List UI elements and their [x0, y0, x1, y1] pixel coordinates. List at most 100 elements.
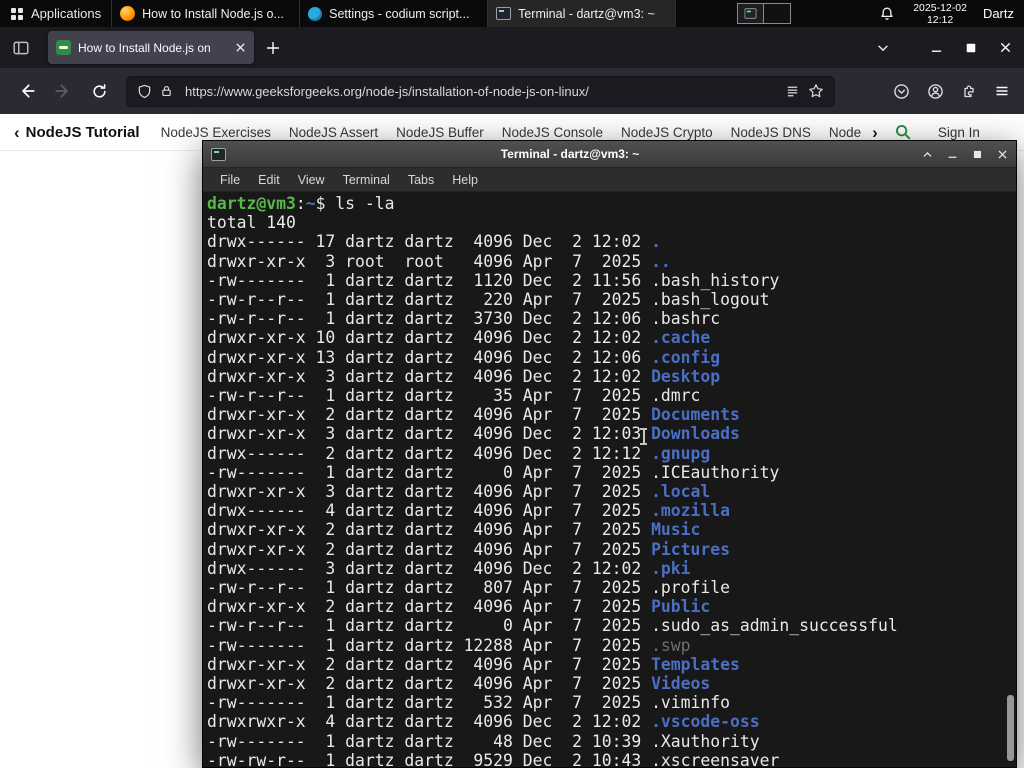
ls-line: drwx------ 4 dartz dartz 4096 Apr 7 2025… — [207, 501, 731, 521]
sign-in-button[interactable]: Sign In — [938, 125, 980, 140]
forward-icon[interactable] — [48, 76, 78, 106]
notification-bell-button[interactable] — [879, 6, 895, 22]
menu-help[interactable]: Help — [443, 173, 487, 187]
account-icon[interactable] — [927, 83, 944, 100]
ls-entry-name: .local — [651, 482, 711, 502]
bookmark-star-icon[interactable] — [808, 83, 824, 99]
applications-icon — [10, 7, 24, 21]
menu-terminal[interactable]: Terminal — [334, 173, 399, 187]
roll-up-icon[interactable] — [922, 149, 933, 160]
site-nav-item[interactable]: Node — [829, 125, 861, 140]
panel-clock[interactable]: 2025-12-02 12:12 — [913, 2, 967, 26]
window-controls — [930, 41, 1012, 54]
workspace-switcher[interactable] — [737, 3, 792, 24]
firefox-icon — [120, 6, 136, 21]
menu-file[interactable]: File — [211, 173, 249, 187]
taskbar-item-codium[interactable]: Settings - codium script... — [300, 0, 489, 27]
command-text: ls -la — [325, 194, 395, 213]
ls-line: -rw------- 1 dartz dartz 12288 Apr 7 202… — [207, 635, 691, 655]
ls-output: drwx------ 17 dartz dartz 4096 Dec 2 12:… — [207, 232, 1016, 767]
url-bar[interactable]: https://www.geeksforgeeks.org/node-js/in… — [126, 75, 835, 107]
ls-entry-name: .Xauthority — [651, 731, 760, 751]
workspace-1[interactable] — [737, 3, 765, 24]
ls-entry-name: .viminfo — [651, 693, 731, 713]
site-nav-item[interactable]: NodeJS Buffer — [396, 125, 484, 140]
nav-scroll-left-icon[interactable]: ‹ — [14, 124, 20, 141]
site-nav-item[interactable]: NodeJS DNS — [731, 125, 811, 140]
terminal-title-bar[interactable]: Terminal - dartz@vm3: ~ — [203, 141, 1016, 168]
menu-tabs[interactable]: Tabs — [399, 173, 443, 187]
terminal-window-controls — [922, 149, 1008, 160]
terminal-scrollbar-thumb[interactable] — [1007, 695, 1014, 761]
lock-icon[interactable] — [160, 84, 173, 98]
ls-line: -rw-r--r-- 1 dartz dartz 35 Apr 7 2025 .… — [207, 386, 701, 406]
site-nav-item[interactable]: NodeJS Console — [502, 125, 603, 140]
ls-line: drwx------ 17 dartz dartz 4096 Dec 2 12:… — [207, 232, 661, 252]
menu-edit[interactable]: Edit — [249, 173, 289, 187]
ls-entry-name: .xscreensaver — [651, 750, 780, 767]
taskbar-item-terminal[interactable]: Terminal - dartz@vm3: ~ — [488, 0, 677, 27]
minimize-icon[interactable] — [947, 149, 958, 160]
clock-date: 2025-12-02 — [913, 1, 967, 14]
ls-entry-name: Desktop — [651, 366, 721, 386]
minimize-icon[interactable] — [930, 41, 943, 54]
list-all-tabs-icon[interactable] — [876, 41, 890, 55]
ls-line: drwxr-xr-x 2 dartz dartz 4096 Apr 7 2025… — [207, 654, 740, 674]
tracking-protection-shield-icon[interactable] — [137, 84, 152, 99]
firefox-tab-bar: How to Install Node.js on — [0, 27, 1024, 68]
ls-entry-name: Templates — [651, 654, 740, 674]
ls-line: drwxr-xr-x 3 dartz dartz 4096 Apr 7 2025… — [207, 482, 711, 502]
browser-tab[interactable]: How to Install Node.js on — [48, 31, 254, 64]
menu-hamburger-icon[interactable] — [994, 83, 1010, 99]
desktop-panel: Applications How to Install Node.js o...… — [0, 0, 1024, 27]
site-nav-item[interactable]: NodeJS Exercises — [161, 125, 271, 140]
maximize-icon[interactable] — [972, 149, 983, 160]
extensions-puzzle-icon[interactable] — [961, 83, 977, 99]
back-icon[interactable] — [12, 76, 42, 106]
taskbar-item-browser[interactable]: How to Install Node.js o... — [112, 0, 301, 27]
ls-line: -rw-r--r-- 1 dartz dartz 3730 Dec 2 12:0… — [207, 309, 721, 329]
geeksforgeeks-favicon — [56, 40, 71, 55]
url-text: https://www.geeksforgeeks.org/node-js/in… — [185, 83, 589, 99]
ls-entry-name: .swp — [651, 635, 691, 655]
reader-mode-icon[interactable] — [785, 84, 800, 99]
ls-line: drwxr-xr-x 2 dartz dartz 4096 Apr 7 2025… — [207, 520, 701, 540]
ls-line: drwxr-xr-x 10 dartz dartz 4096 Dec 2 12:… — [207, 328, 711, 348]
ls-line: -rw------- 1 dartz dartz 48 Dec 2 10:39 … — [207, 731, 760, 751]
ls-line: -rw-r--r-- 1 dartz dartz 220 Apr 7 2025 … — [207, 290, 770, 310]
ls-entry-name: Documents — [651, 405, 740, 425]
menu-view[interactable]: View — [289, 173, 334, 187]
site-nav-item[interactable]: NodeJS Assert — [289, 125, 378, 140]
site-search-icon[interactable] — [894, 123, 912, 141]
nav-scroll-right-icon[interactable]: › — [872, 124, 878, 141]
ls-entry-name: .bashrc — [651, 309, 721, 329]
ls-entry-name: .profile — [651, 578, 731, 598]
session-user-label[interactable]: Dartz — [983, 6, 1014, 21]
ls-line: drwxr-xr-x 2 dartz dartz 4096 Apr 7 2025… — [207, 405, 740, 425]
ls-entry-name: Videos — [651, 674, 711, 694]
ls-line: drwx------ 3 dartz dartz 4096 Dec 2 12:0… — [207, 558, 691, 578]
new-tab-button[interactable] — [266, 41, 280, 55]
site-nav-item[interactable]: NodeJS Crypto — [621, 125, 713, 140]
prompt-cwd: ~ — [305, 194, 316, 213]
clock-time: 12:12 — [926, 13, 954, 26]
terminal-output-area[interactable]: dartz@vm3:~$ ls -la total 140 drwx------… — [203, 192, 1016, 767]
firefox-view-icon[interactable] — [12, 39, 30, 57]
site-nav-primary-link[interactable]: NodeJS Tutorial — [26, 124, 140, 141]
applications-menu-button[interactable]: Applications — [0, 0, 111, 27]
close-icon[interactable] — [997, 149, 1008, 160]
ls-line: -rw------- 1 dartz dartz 1120 Dec 2 11:5… — [207, 270, 780, 290]
close-icon[interactable] — [999, 41, 1012, 54]
ls-line: -rw------- 1 dartz dartz 0 Apr 7 2025 .I… — [207, 462, 780, 482]
toolbar-right-icons — [893, 83, 1010, 100]
ls-line: drwxr-xr-x 3 dartz dartz 4096 Dec 2 12:0… — [207, 366, 721, 386]
pocket-icon[interactable] — [893, 83, 910, 100]
workspace-2[interactable] — [764, 3, 792, 24]
maximize-icon[interactable] — [965, 42, 977, 54]
tab-close-icon[interactable] — [235, 42, 246, 53]
ls-entry-name: .gnupg — [651, 443, 711, 463]
ls-entry-name: .vscode-oss — [651, 712, 760, 732]
total-line: total 140 — [207, 213, 296, 233]
reload-icon[interactable] — [84, 76, 114, 106]
terminal-icon[interactable] — [211, 147, 226, 161]
